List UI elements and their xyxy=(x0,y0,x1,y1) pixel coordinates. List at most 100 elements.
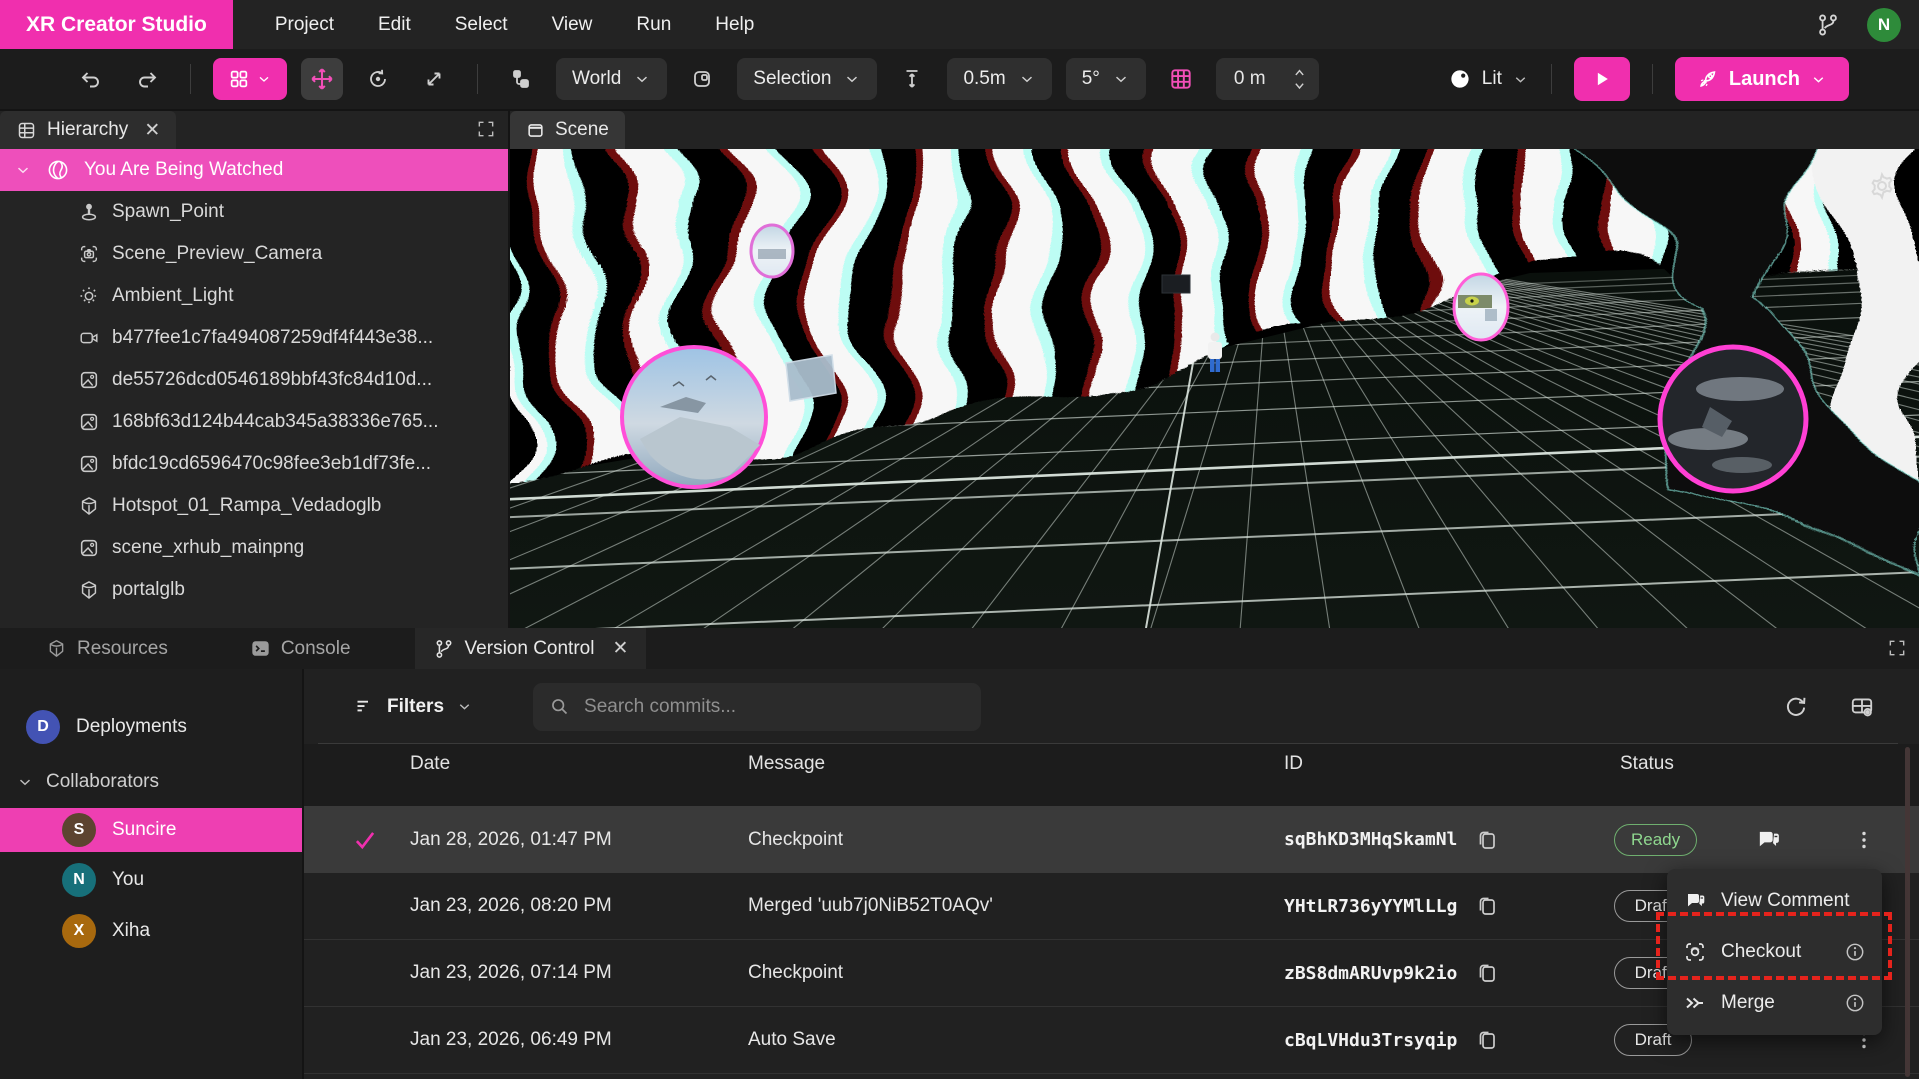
column-message[interactable]: Message xyxy=(748,753,825,775)
tree-item-portal-model[interactable]: portalglb xyxy=(0,569,508,611)
commit-date: Jan 23, 2026, 07:14 PM xyxy=(410,962,612,984)
column-id[interactable]: ID xyxy=(1284,753,1303,775)
copy-icon[interactable] xyxy=(1475,894,1499,918)
cube-object[interactable] xyxy=(1162,275,1190,293)
table-settings-icon[interactable] xyxy=(1849,694,1875,720)
grid-snap-icon[interactable] xyxy=(1160,58,1202,100)
undo-icon[interactable] xyxy=(70,58,112,100)
commit-toolbar: Filters xyxy=(304,669,1919,744)
selection-mode-icon[interactable] xyxy=(681,58,723,100)
commit-id: YHtLR736yYYMlLLg xyxy=(1284,896,1457,917)
column-status[interactable]: Status xyxy=(1620,753,1674,775)
comment-icon[interactable] xyxy=(1754,826,1782,854)
menu-view[interactable]: View xyxy=(552,14,593,36)
filters-dropdown[interactable]: Filters xyxy=(354,696,473,718)
chevron-down-icon xyxy=(14,161,32,179)
info-icon[interactable] xyxy=(1844,941,1866,963)
column-date[interactable]: Date xyxy=(410,753,450,775)
close-icon[interactable]: ✕ xyxy=(612,637,628,660)
window-icon xyxy=(526,121,545,140)
panel-object[interactable] xyxy=(786,355,836,401)
refresh-icon[interactable] xyxy=(1783,694,1809,720)
image-icon xyxy=(78,537,100,559)
tree-item-ambient-light[interactable]: Ambient_Light xyxy=(0,275,508,317)
menu-item-view-comment[interactable]: View Comment xyxy=(1667,875,1882,926)
launch-button[interactable]: Launch xyxy=(1675,57,1849,101)
tab-resources[interactable]: Resources xyxy=(28,628,186,669)
collaborator-badge: S xyxy=(62,813,96,847)
menu-project[interactable]: Project xyxy=(275,14,334,36)
shading-dropdown[interactable]: Lit xyxy=(1448,67,1529,91)
user-avatar[interactable]: N xyxy=(1867,8,1901,42)
info-icon[interactable] xyxy=(1844,992,1866,1014)
menu-run[interactable]: Run xyxy=(636,14,671,36)
menu-item-checkout[interactable]: Checkout xyxy=(1667,926,1882,977)
expand-icon[interactable] xyxy=(476,119,496,139)
copy-icon[interactable] xyxy=(1475,828,1499,852)
tab-hierarchy[interactable]: Hierarchy ✕ xyxy=(0,111,176,149)
table-scrollbar[interactable] xyxy=(1905,747,1910,1077)
world-space-dropdown[interactable]: World xyxy=(556,58,667,100)
redo-icon[interactable] xyxy=(126,58,168,100)
step-up-icon xyxy=(1292,67,1307,78)
portal-object-left[interactable] xyxy=(622,347,766,487)
close-icon[interactable]: ✕ xyxy=(144,119,160,142)
expand-icon[interactable] xyxy=(1887,638,1907,658)
version-control-icon[interactable] xyxy=(1815,12,1841,38)
sidebar-item-xiha[interactable]: X Xiha xyxy=(0,909,302,953)
portal-object-mid[interactable] xyxy=(1454,274,1508,340)
image-icon xyxy=(78,369,100,391)
sidebar-item-deployments[interactable]: D Deployments xyxy=(0,705,302,749)
menu-item-merge[interactable]: Merge xyxy=(1667,977,1882,1028)
rotate-snap-dropdown[interactable]: 5° xyxy=(1066,58,1146,100)
tree-item-spawn-point[interactable]: Spawn_Point xyxy=(0,191,508,233)
row-menu-kebab-icon[interactable] xyxy=(1852,828,1876,852)
tree-item-image-asset[interactable]: de55726dcd0546189bbf43fc84d10d... xyxy=(0,359,508,401)
comment-icon xyxy=(1683,889,1707,913)
tab-version-control[interactable]: Version Control ✕ xyxy=(415,628,647,669)
tree-item-image-asset[interactable]: bfdc19cd6596470c98fee3eb1df73fe... xyxy=(0,443,508,485)
portal-object-right[interactable] xyxy=(1660,347,1806,491)
rotate-tool-icon[interactable] xyxy=(357,58,399,100)
branch-icon xyxy=(433,638,455,660)
search-commits-box[interactable] xyxy=(533,683,981,731)
menu-edit[interactable]: Edit xyxy=(378,14,411,36)
search-commits-input[interactable] xyxy=(584,696,944,718)
menu-help[interactable]: Help xyxy=(715,14,754,36)
scale-tool-icon[interactable] xyxy=(413,58,455,100)
console-icon xyxy=(250,638,271,659)
portal-object-small[interactable] xyxy=(751,225,793,277)
elevation-stepper[interactable]: 0 m xyxy=(1216,58,1319,100)
vertical-snap-icon[interactable] xyxy=(891,58,933,100)
sidebar-item-you[interactable]: N You xyxy=(0,858,302,902)
commit-message: Auto Save xyxy=(748,1029,836,1051)
scene-viewport[interactable] xyxy=(510,149,1919,628)
tree-item-scene-image[interactable]: scene_xrhub_mainpng xyxy=(0,527,508,569)
tab-scene[interactable]: Scene xyxy=(510,111,625,149)
commit-message: Merged 'uub7j0NiB52T0AQv' xyxy=(748,895,993,917)
selection-dropdown[interactable]: Selection xyxy=(737,58,877,100)
viewport-settings-gear-icon[interactable] xyxy=(1867,171,1897,201)
tree-item-hotspot-model[interactable]: Hotspot_01_Rampa_Vedadoglb xyxy=(0,485,508,527)
copy-icon[interactable] xyxy=(1475,1028,1499,1052)
deployments-badge: D xyxy=(26,710,60,744)
layout-grid-button[interactable] xyxy=(213,58,287,100)
commit-date: Jan 28, 2026, 01:47 PM xyxy=(410,829,612,851)
sidebar-group-collaborators[interactable]: Collaborators xyxy=(0,760,302,804)
tree-root-scene[interactable]: You Are Being Watched xyxy=(0,149,508,191)
tree-item-video-asset[interactable]: b477fee1c7fa494087259df4f443e38... xyxy=(0,317,508,359)
search-icon xyxy=(549,696,570,717)
move-snap-dropdown[interactable]: 0.5m xyxy=(947,58,1051,100)
tab-console[interactable]: Console xyxy=(232,628,369,669)
copy-icon[interactable] xyxy=(1475,961,1499,985)
commit-date: Jan 23, 2026, 06:49 PM xyxy=(410,1029,612,1051)
menu-select[interactable]: Select xyxy=(455,14,508,36)
tree-item-image-asset[interactable]: 168bf63d124b44cab345a38336e765... xyxy=(0,401,508,443)
commit-row[interactable]: Jan 28, 2026, 01:47 PM Checkpoint sqBhKD… xyxy=(304,806,1919,873)
rocket-icon xyxy=(1697,68,1719,90)
sidebar-item-suncire[interactable]: S Suncire xyxy=(0,808,302,852)
play-button[interactable] xyxy=(1574,57,1630,101)
move-tool-button[interactable] xyxy=(301,58,343,100)
transform-space-icon[interactable] xyxy=(500,58,542,100)
tree-item-scene-preview-camera[interactable]: Scene_Preview_Camera xyxy=(0,233,508,275)
